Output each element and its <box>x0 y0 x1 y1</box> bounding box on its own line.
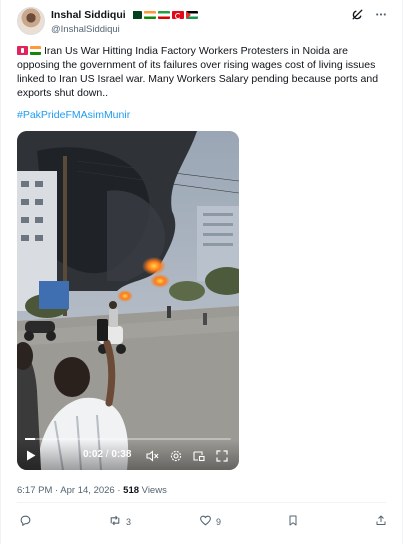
meta-dot: · <box>114 485 124 496</box>
tweet-lead-flags <box>17 46 41 55</box>
header-icons <box>351 8 388 23</box>
author-handle[interactable]: @InshalSiddiqui <box>51 24 198 35</box>
video-progress-fill <box>25 438 36 440</box>
video-player[interactable]: 0:02 / 0:38 <box>17 131 239 470</box>
video-duration: 0:38 <box>111 449 132 460</box>
tweet-body: Iran Us War Hitting India Factory Worker… <box>17 45 379 99</box>
author-avatar[interactable] <box>17 7 45 35</box>
views-label: Views <box>141 485 167 496</box>
settings-icon[interactable] <box>170 450 182 462</box>
pakistan-flag-icon <box>129 11 142 19</box>
india-flag-icon <box>143 11 156 19</box>
share-button[interactable] <box>375 514 387 530</box>
video-frame <box>17 131 239 470</box>
repost-icon <box>108 514 122 530</box>
author-flags <box>129 11 198 19</box>
bookmark-button[interactable] <box>287 514 299 530</box>
hashtag-link[interactable]: #PakPrideFMAsimMunir <box>17 109 130 121</box>
divider <box>17 502 386 503</box>
share-icon <box>375 514 387 530</box>
heart-icon <box>199 514 212 530</box>
red-flag-icon <box>17 46 28 55</box>
repost-button[interactable]: 3 <box>108 514 131 530</box>
video-time: 0:02 / 0:38 <box>83 449 131 461</box>
views-count: 518 <box>123 485 140 496</box>
like-count: 9 <box>216 517 222 527</box>
palestine-flag-icon <box>185 11 198 19</box>
tweet-card: Inshal Siddiqui @InshalSiddiqui Iran Us … <box>0 0 403 544</box>
play-icon[interactable] <box>26 450 36 461</box>
tweet-text: Iran Us War Hitting India Factory Worker… <box>17 44 389 100</box>
iran-flag-icon <box>157 11 170 19</box>
like-button[interactable]: 9 <box>199 514 221 530</box>
display-name-row: Inshal Siddiqui <box>51 8 198 22</box>
tweet-header: Inshal Siddiqui @InshalSiddiqui <box>17 6 388 40</box>
pip-icon[interactable] <box>193 450 205 462</box>
reply-button[interactable] <box>19 514 36 530</box>
tweet-actions: 3 9 <box>17 514 390 532</box>
bookmark-icon <box>287 514 299 530</box>
repost-count: 3 <box>126 517 132 527</box>
tweet-timestamp[interactable]: 6:17 PM · Apr 14, 2026 <box>17 485 115 496</box>
author-display-name[interactable]: Inshal Siddiqui <box>51 9 126 21</box>
reply-icon <box>19 514 32 530</box>
india-flag-icon <box>30 46 41 55</box>
mute-icon[interactable] <box>146 450 159 462</box>
tweet-meta: 6:17 PM · Apr 14, 2026 · 518 Views <box>17 485 167 496</box>
grok-icon[interactable] <box>351 8 364 23</box>
author-names: Inshal Siddiqui @InshalSiddiqui <box>51 8 198 35</box>
video-current-time: 0:02 <box>83 449 104 460</box>
video-progress-bar[interactable] <box>25 438 231 440</box>
fullscreen-icon[interactable] <box>216 450 228 462</box>
turkey-flag-icon <box>171 11 184 19</box>
more-options-icon[interactable] <box>374 8 388 23</box>
